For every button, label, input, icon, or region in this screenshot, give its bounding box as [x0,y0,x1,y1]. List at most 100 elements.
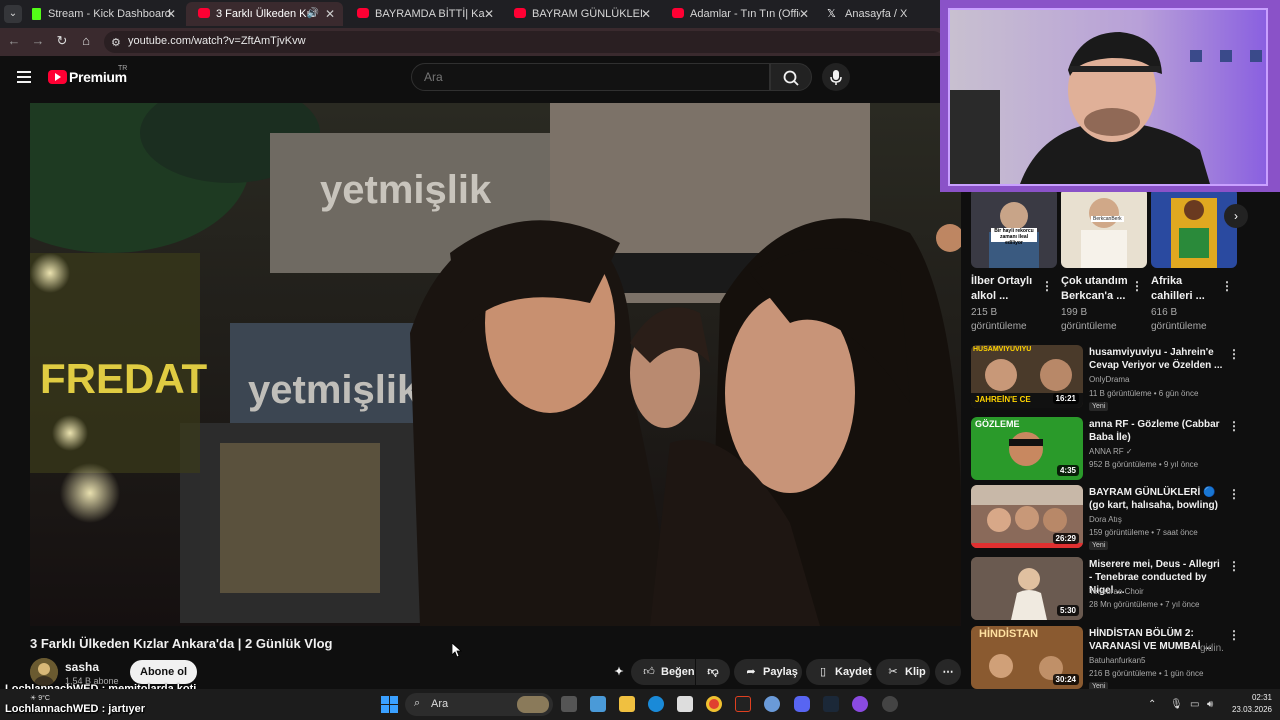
more-vert-icon[interactable]: ⋮ [1228,347,1240,361]
short-card-3[interactable] [1151,188,1237,268]
recommendation-channel[interactable]: Tenebrae Choir [1089,587,1229,596]
microphone-icon[interactable]: 🎙︎ [1170,699,1183,710]
sparkle-button[interactable]: ✦ [608,659,630,685]
short-views: 199 B görüntüleme [1061,307,1117,332]
recommendation-channel[interactable]: Dora Atış [1089,515,1229,524]
clip-button[interactable]: ✂ Klip [876,659,930,685]
weather-widget[interactable]: ☀ 9°C [30,694,50,702]
tab-current-video[interactable]: 3 Farklı Ülkeden Kızlar Anka 🔊 ✕ [186,2,343,26]
recommendation-thumbnail[interactable]: 26:29 [971,485,1083,548]
more-vert-icon[interactable]: ⋮ [1228,628,1240,642]
webcam-feed [948,8,1268,186]
discord-icon[interactable] [794,696,810,712]
tab-x-home[interactable]: 𝕏 Anasayfa / X [815,2,940,26]
app-icon[interactable] [852,696,868,712]
search-icon: ⌕ [414,697,421,709]
recommendation-channel[interactable]: Batuhanfurkan5 [1089,656,1229,665]
m365-icon[interactable] [590,696,606,712]
youtube-play-icon [48,70,67,84]
tab-bayramda-bitti[interactable]: BAYRAMDA BİTTİ| Kanser oldu ✕ [345,2,502,26]
chrome-icon[interactable] [706,696,722,712]
short-caption: BerkcanBerk [1091,216,1124,222]
subscribe-button[interactable]: Abone ol [130,660,198,684]
short-card-2[interactable]: BerkcanBerk [1061,188,1147,268]
tab-adamlar[interactable]: Adamlar - Tın Tın (Official Aud ✕ [660,2,817,26]
new-badge: Yeni [1089,402,1109,411]
share-button[interactable]: ➦ Paylaş [734,659,802,685]
home-icon[interactable]: ⌂ [77,33,95,48]
save-button[interactable]: ▯ Kaydet [806,659,872,685]
thumbs-down-icon: 👎︎ [707,666,719,678]
video-player[interactable]: FREDAT yetmişlik yetmişlik [30,103,961,626]
recommendation-title[interactable]: anna RF - Gözleme (Cabbar Baba İle) [1089,418,1225,444]
reload-icon[interactable]: ↻ [53,33,71,49]
channel-avatar[interactable] [30,658,58,686]
task-view-icon[interactable] [561,696,577,712]
close-icon[interactable]: ✕ [799,2,809,26]
speaker-icon[interactable]: 🔊 [307,2,319,26]
recommendation-title[interactable]: BAYRAM GÜNLÜKLERİ 🔵 (go kart, halısaha, … [1089,486,1225,512]
volume-icon[interactable]: 🔊︎ [1207,699,1213,710]
youtube-icon [198,8,210,18]
tab-kick-dashboard[interactable]: Stream - Kick Dashboard ✕ [18,2,184,26]
close-icon[interactable]: ✕ [641,2,651,26]
channel-name[interactable]: sasha [65,660,99,674]
recommendation-channel[interactable]: OnlyDrama [1089,375,1229,384]
more-vert-icon[interactable]: ⋮ [1228,419,1240,433]
ableton-icon[interactable] [735,696,751,712]
edge-icon[interactable] [648,696,664,712]
chevron-up-icon[interactable]: ⌃ [1148,699,1156,710]
short-title[interactable]: Çok utandım Berkcan'a ... [1061,274,1131,304]
settings-icon[interactable] [764,696,780,712]
address-bar[interactable]: ⚙ youtube.com/watch?v=ZftAmTjvKvw [104,31,944,53]
clock-date: 23.03.2026 [1231,705,1272,714]
steam-icon[interactable] [823,696,839,712]
more-vert-icon[interactable]: ⋮ [1041,279,1053,293]
system-clock[interactable]: 02:31 23.03.2026 [1232,692,1272,716]
search-button[interactable] [770,63,812,91]
forward-icon[interactable]: → [29,33,47,48]
more-vert-icon[interactable]: ⋮ [1228,559,1240,573]
search-box [411,63,770,91]
site-info-icon[interactable]: ⚙ [111,36,121,49]
more-vert-icon[interactable]: ⋮ [1131,279,1143,293]
windows-start-icon[interactable] [381,696,398,713]
file-explorer-icon[interactable] [619,696,635,712]
back-icon[interactable]: ← [5,33,23,48]
recommendation-thumbnail[interactable]: 5:30 [971,557,1083,620]
menu-icon[interactable] [17,71,31,83]
x-icon: 𝕏 [827,8,836,20]
weather-icon: ☀ [30,695,37,702]
close-icon[interactable]: ✕ [325,2,335,26]
recommendation-channel[interactable]: ANNA RF ✓ [1089,447,1229,456]
store-icon[interactable] [677,696,693,712]
close-icon[interactable]: ✕ [166,2,176,26]
avatar-image [30,658,58,686]
monitor-icon[interactable]: ▭ [1190,699,1199,710]
search-input[interactable] [412,64,769,90]
taskbar-search[interactable]: ⌕ Ara [405,693,553,716]
recommendation-thumbnail[interactable]: HUSAMVIYUVIYU JAHREİN'E CE 16:21 [971,345,1083,408]
shorts-next-button[interactable]: › [1224,204,1248,228]
close-icon[interactable]: ✕ [484,2,494,26]
thumbs-up-icon: 👍︎ [643,666,655,678]
clip-label: Klip [905,666,926,678]
more-vert-icon[interactable]: ⋮ [1221,279,1233,293]
dislike-button[interactable]: 👎︎ [696,659,730,685]
recommendation-title[interactable]: husamviyuviyu - Jahrein'e Cevap Veriyor … [1089,346,1225,372]
microphone-icon [830,70,842,85]
obs-icon[interactable] [882,696,898,712]
recommendation-thumbnail[interactable]: GÖZLEME 4:35 [971,417,1083,480]
more-actions-button[interactable]: ⋯ [935,659,961,685]
like-button[interactable]: 👍︎ Beğen [631,659,695,685]
streamer-image [950,10,1266,184]
recommendation-thumbnail[interactable]: HİNDİSTAN 30:24 [971,626,1083,689]
thumbnail-text: GÖZLEME [975,419,1020,429]
voice-search-button[interactable] [822,63,850,91]
short-card-1[interactable]: Bir hayli rekorcu zamanı ileal ediliyor [971,188,1057,268]
recommendation-meta: 11 B görüntüleme • 6 gün önce [1089,389,1199,398]
tab-bayram-gunlukleri[interactable]: BAYRAM GÜNLÜKLERİ 🔵 (go k ✕ [502,2,659,26]
short-title[interactable]: İlber Ortaylı alkol ... [971,274,1041,304]
more-vert-icon[interactable]: ⋮ [1228,487,1240,501]
short-title[interactable]: Afrika cahilleri ... [1151,274,1221,304]
